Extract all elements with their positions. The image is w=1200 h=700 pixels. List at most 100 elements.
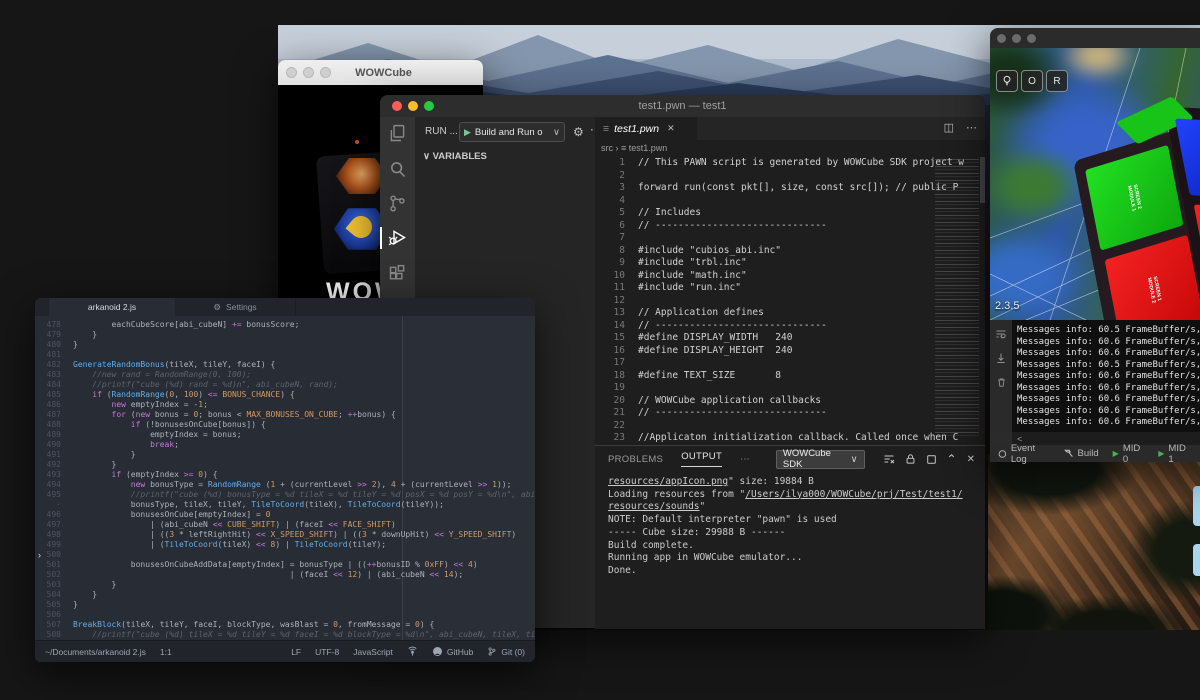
- code-line: 503 }: [35, 580, 535, 590]
- output-channel-dropdown[interactable]: WOWCube SDK ∨: [776, 450, 865, 469]
- cursor-position[interactable]: 1:1: [160, 647, 172, 657]
- wowcube-titlebar[interactable]: WOWCube: [278, 60, 483, 85]
- red-face-text: SCREEN 1 MODULE 2: [1146, 275, 1162, 304]
- build-hammer-icon: [1063, 448, 1074, 459]
- code-line: 481: [35, 350, 535, 360]
- code-line: 2: [595, 170, 985, 183]
- encoding[interactable]: UTF-8: [315, 647, 339, 657]
- code-line: 502 | (faceI << 12) | (abi_cubeN << 14);: [35, 570, 535, 580]
- log-line: Messages info: 60.6 FrameBuffer/s, 6: [1017, 348, 1200, 360]
- run-and-debug-icon[interactable]: [387, 227, 408, 248]
- play-icon: ▶: [1158, 449, 1164, 458]
- line-ending[interactable]: LF: [291, 647, 301, 657]
- code-line: 18#define TEXT_SIZE 8: [595, 370, 985, 383]
- emulator-titlebar[interactable]: [990, 28, 1200, 48]
- launch-config-label: Build and Run o: [475, 127, 543, 138]
- panel-close-icon[interactable]: ✕: [967, 454, 975, 465]
- git-status[interactable]: Git (0): [487, 646, 525, 657]
- github-status[interactable]: GitHub: [432, 646, 473, 657]
- vscode-titlebar[interactable]: test1.pwn — test1: [380, 95, 985, 117]
- lock-icon[interactable]: [905, 453, 916, 465]
- minimize-button[interactable]: [408, 101, 418, 111]
- gear-icon[interactable]: ⚙: [573, 125, 584, 139]
- file-path[interactable]: ~/Documents/arkanoid 2.js: [45, 647, 146, 657]
- mid0-button[interactable]: ▶MID 0: [1113, 443, 1145, 465]
- explorer-icon[interactable]: [387, 123, 408, 144]
- message-log[interactable]: Messages info: 60.5 FrameBuffer/s, 6Mess…: [1012, 320, 1200, 432]
- code-editor[interactable]: 478 eachCubeScore[abi_cubeN] += bonusSco…: [35, 320, 535, 640]
- minimize-button[interactable]: [1012, 34, 1021, 43]
- build-button[interactable]: Build: [1063, 448, 1099, 459]
- tab-label: test1.pwn: [614, 123, 659, 135]
- source-control-icon[interactable]: [387, 193, 408, 214]
- trash-icon[interactable]: [996, 376, 1007, 388]
- fold-chevron-icon[interactable]: ›: [38, 550, 41, 560]
- editor-group[interactable]: ≡ test1.pwn ✕ ◫ ⋯ src › ≡ test1.pwn 1// …: [595, 117, 985, 445]
- language-mode[interactable]: JavaScript: [353, 647, 393, 657]
- mid1-button[interactable]: ▶MID 1: [1158, 443, 1190, 465]
- code-line: 482GenerateRandomBonus(tileX, tileY, fac…: [35, 360, 535, 370]
- autoscroll-icon[interactable]: [995, 352, 1007, 364]
- log-line: Messages info: 60.5 FrameBuffer/s, 6: [1017, 360, 1200, 372]
- split-editor-icon[interactable]: ◫: [944, 121, 954, 134]
- launch-config-dropdown[interactable]: ▶ Build and Run o ∨: [459, 122, 565, 142]
- desktop-widget[interactable]: [1193, 486, 1200, 526]
- close-button[interactable]: [392, 101, 402, 111]
- code-line: 19: [595, 382, 985, 395]
- tab-bar: ≡ test1.pwn ✕ ◫ ⋯: [595, 117, 985, 140]
- breadcrumb[interactable]: src › ≡ test1.pwn: [595, 140, 985, 157]
- extensions-icon[interactable]: [387, 263, 408, 284]
- emulator-viewport[interactable]: SCREEN 2 MODULE 1 SCREEN 1 MODULE 2 ≡ ≡ …: [990, 48, 1200, 320]
- open-panel-icon[interactable]: [926, 454, 937, 465]
- output-console[interactable]: resources/appIcon.png" size: 19884 BLoad…: [608, 476, 978, 626]
- tab-settings[interactable]: ⚙ Settings: [175, 298, 296, 316]
- teletype-icon[interactable]: [407, 646, 418, 657]
- tab-output[interactable]: OUTPUT: [681, 451, 722, 467]
- code-line: 12: [595, 295, 985, 308]
- code-line: 11#include "run.inc": [595, 282, 985, 295]
- o-button[interactable]: O: [1021, 70, 1043, 92]
- word-wrap-icon[interactable]: [995, 328, 1007, 340]
- code-line: 480}: [35, 340, 535, 350]
- status-bar: ~/Documents/arkanoid 2.js 1:1 LF UTF-8 J…: [35, 640, 535, 662]
- panel-maximize-icon[interactable]: ⌃: [947, 452, 957, 466]
- code-line: 492 }: [35, 460, 535, 470]
- r-button[interactable]: R: [1046, 70, 1068, 92]
- output-line: Build complete.: [608, 540, 978, 553]
- clear-output-icon[interactable]: [883, 453, 895, 465]
- minimap[interactable]: [935, 159, 979, 439]
- output-line: NOTE: Default interpreter "pawn" is used: [608, 514, 978, 527]
- close-button[interactable]: [997, 34, 1006, 43]
- code-line: 490 break;: [35, 440, 535, 450]
- log-line: Messages info: 60.6 FrameBuffer/s, 6: [1017, 337, 1200, 349]
- close-icon[interactable]: ✕: [667, 123, 675, 134]
- log-line: Messages info: 60.6 FrameBuffer/s, 6: [1017, 406, 1200, 418]
- code-line: 6// ------------------------------: [595, 220, 985, 233]
- editor-more-icon[interactable]: ⋯: [966, 121, 977, 134]
- log-line: Messages info: 60.5 FrameBuffer/s, 6: [1017, 325, 1200, 337]
- code-line: 9#include "trbl.inc": [595, 257, 985, 270]
- green-face-text: SCREEN 2 MODULE 1: [1126, 183, 1142, 212]
- search-icon[interactable]: [387, 159, 408, 180]
- code-line: 7: [595, 232, 985, 245]
- code-line: 505}: [35, 600, 535, 610]
- zoom-button[interactable]: [424, 101, 434, 111]
- event-log-button[interactable]: Event Log: [998, 443, 1049, 465]
- file-icon: ≡: [603, 123, 609, 135]
- tab-problems[interactable]: PROBLEMS: [608, 454, 663, 465]
- code-editor[interactable]: 1// This PAWN script is generated by WOW…: [595, 157, 985, 445]
- emulator-bottom-bar: Event Log Build ▶MID 0 ▶MID 1 ▶: [990, 445, 1200, 462]
- variables-section-header[interactable]: ∨ VARIABLES: [423, 151, 487, 162]
- code-line: 23//Applicaton initialization callback. …: [595, 432, 985, 445]
- bulb-button[interactable]: [996, 70, 1018, 92]
- play-icon[interactable]: ▶: [464, 127, 471, 138]
- panel-more-icon[interactable]: ⋯: [740, 454, 750, 465]
- editor-scrollbar[interactable]: [980, 157, 985, 203]
- desktop-widget[interactable]: [1193, 544, 1200, 576]
- tab-test1-pwn[interactable]: ≡ test1.pwn ✕: [595, 117, 697, 140]
- tools-icon: ⚙: [213, 302, 221, 313]
- tab-arkanoid[interactable]: arkanoid 2.js: [49, 298, 175, 316]
- code-line: 22: [595, 420, 985, 433]
- code-line: 8#include "cubios_abi.inc": [595, 245, 985, 258]
- zoom-button[interactable]: [1027, 34, 1036, 43]
